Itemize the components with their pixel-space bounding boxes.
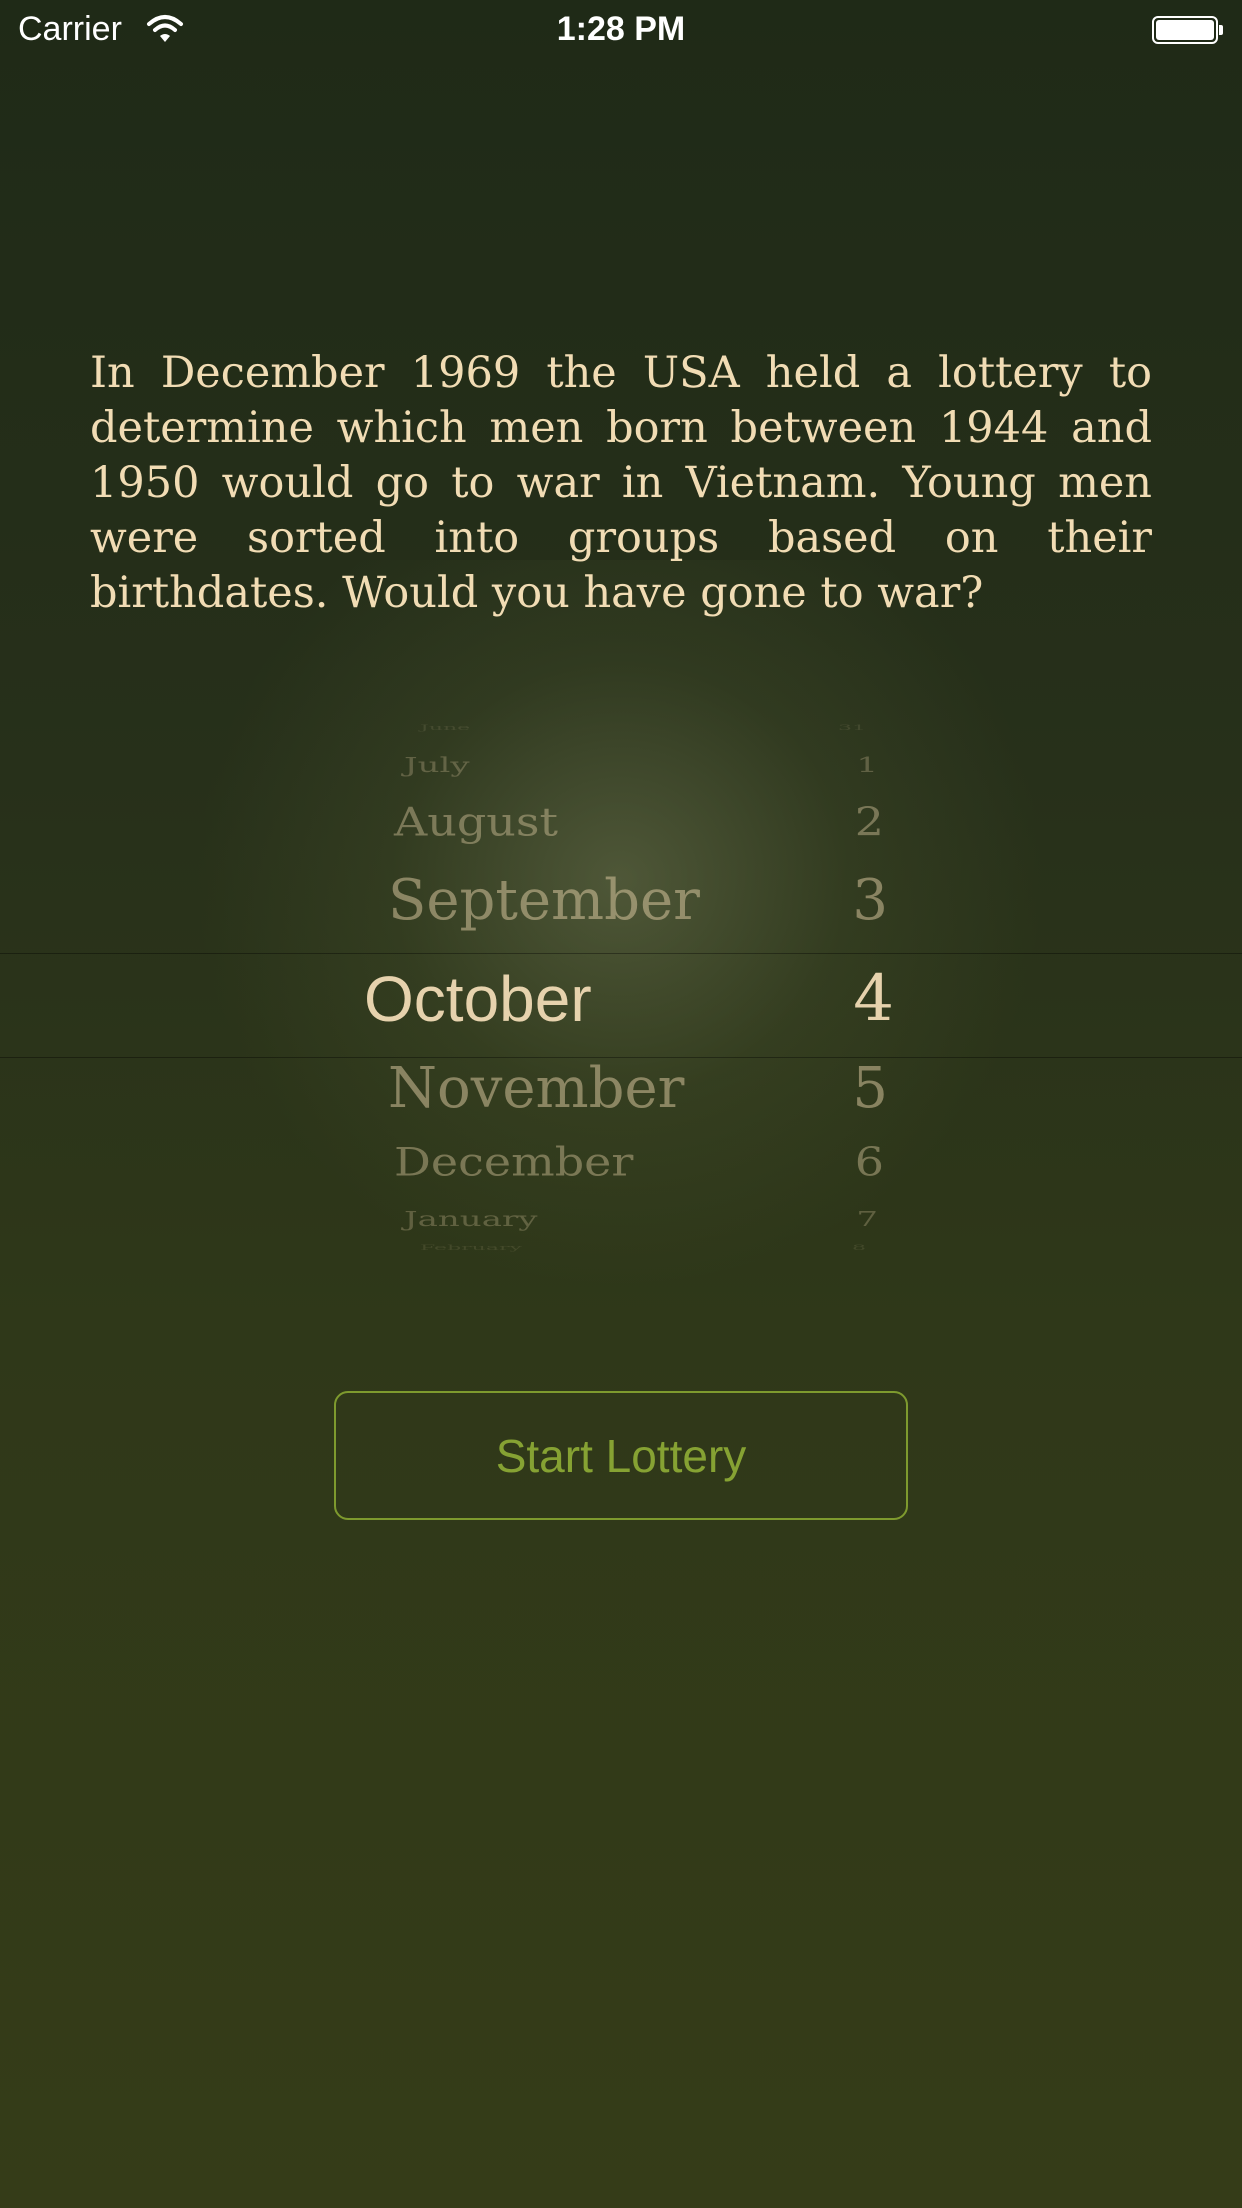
picker-day: 5 bbox=[852, 1056, 888, 1121]
picker-selection-top-line bbox=[0, 953, 1242, 954]
picker-row-selected[interactable]: October 4 bbox=[0, 962, 1242, 1039]
picker-day: 3 bbox=[852, 868, 888, 933]
picker-day: 1 bbox=[856, 753, 878, 778]
picker-day: 6 bbox=[854, 1139, 884, 1186]
picker-month: July bbox=[404, 753, 470, 778]
picker-row[interactable]: December 6 bbox=[0, 1139, 1242, 1186]
picker-month: February bbox=[420, 1243, 522, 1253]
picker-month: September bbox=[388, 868, 700, 933]
picker-row[interactable]: August 2 bbox=[0, 799, 1242, 846]
clock: 1:28 PM bbox=[556, 10, 686, 48]
picker-month: June bbox=[420, 723, 471, 733]
picker-row[interactable]: June 31 bbox=[0, 724, 1242, 733]
picker-day: 4 bbox=[853, 962, 894, 1036]
intro-paragraph: In December 1969 the USA held a lottery … bbox=[90, 348, 1152, 618]
picker-day: 7 bbox=[856, 1207, 878, 1232]
picker-month: August bbox=[394, 799, 559, 846]
battery-icon bbox=[1152, 16, 1218, 44]
picker-month: November bbox=[388, 1056, 685, 1121]
picker-day: 2 bbox=[854, 799, 884, 846]
picker-month: January bbox=[404, 1207, 538, 1232]
picker-month: December bbox=[394, 1139, 634, 1186]
picker-row[interactable]: September 3 bbox=[0, 868, 1242, 935]
picker-row[interactable]: February 8 bbox=[0, 1244, 1242, 1253]
picker-row[interactable]: November 5 bbox=[0, 1056, 1242, 1123]
picker-row[interactable]: July 1 bbox=[0, 753, 1242, 777]
picker-row[interactable]: January 7 bbox=[0, 1207, 1242, 1231]
battery-tip bbox=[1219, 25, 1223, 35]
start-lottery-button[interactable]: Start Lottery bbox=[334, 1391, 908, 1520]
date-picker[interactable]: June 31 July 1 August 2 September 3 October 4 Nove… bbox=[0, 724, 1242, 1280]
picker-month: October bbox=[364, 963, 592, 1035]
picker-day: 31 bbox=[838, 723, 866, 733]
status-bar: Carrier 1:28 PM bbox=[0, 0, 1242, 60]
picker-day: 8 bbox=[852, 1243, 866, 1253]
